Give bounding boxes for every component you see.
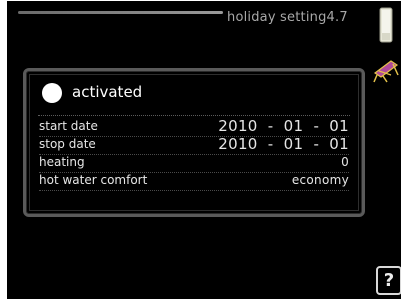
- page-title: holiday setting4.7: [227, 10, 348, 25]
- hot-water-comfort-value[interactable]: economy: [292, 173, 349, 187]
- activated-radio[interactable]: [42, 83, 62, 103]
- setting-row-heating[interactable]: heating 0: [39, 155, 349, 173]
- deckchair-icon: [373, 60, 399, 83]
- start-date-label: start date: [39, 119, 98, 133]
- help-icon[interactable]: ?: [376, 266, 401, 295]
- stop-date-label: stop date: [39, 137, 96, 151]
- heating-label: heating: [39, 155, 85, 169]
- display-screen: holiday setting4.7 activated start date …: [7, 1, 401, 299]
- hot-water-comfort-label: hot water comfort: [39, 173, 148, 187]
- divider: [38, 115, 350, 116]
- setting-row-hot-water-comfort[interactable]: hot water comfort economy: [39, 173, 349, 191]
- stop-date-value[interactable]: 2010 - 01 - 01: [218, 135, 349, 153]
- holiday-settings-panel: activated start date 2010 - 01 - 01 stop…: [23, 68, 365, 217]
- panel-inner: activated start date 2010 - 01 - 01 stop…: [29, 74, 359, 211]
- start-date-value[interactable]: 2010 - 01 - 01: [218, 117, 349, 135]
- thermometer-icon: [379, 7, 393, 43]
- heating-value[interactable]: 0: [341, 155, 349, 169]
- setting-row-stop-date[interactable]: stop date 2010 - 01 - 01: [39, 135, 349, 155]
- activated-label: activated: [72, 83, 143, 101]
- title-bar-line: [18, 11, 223, 14]
